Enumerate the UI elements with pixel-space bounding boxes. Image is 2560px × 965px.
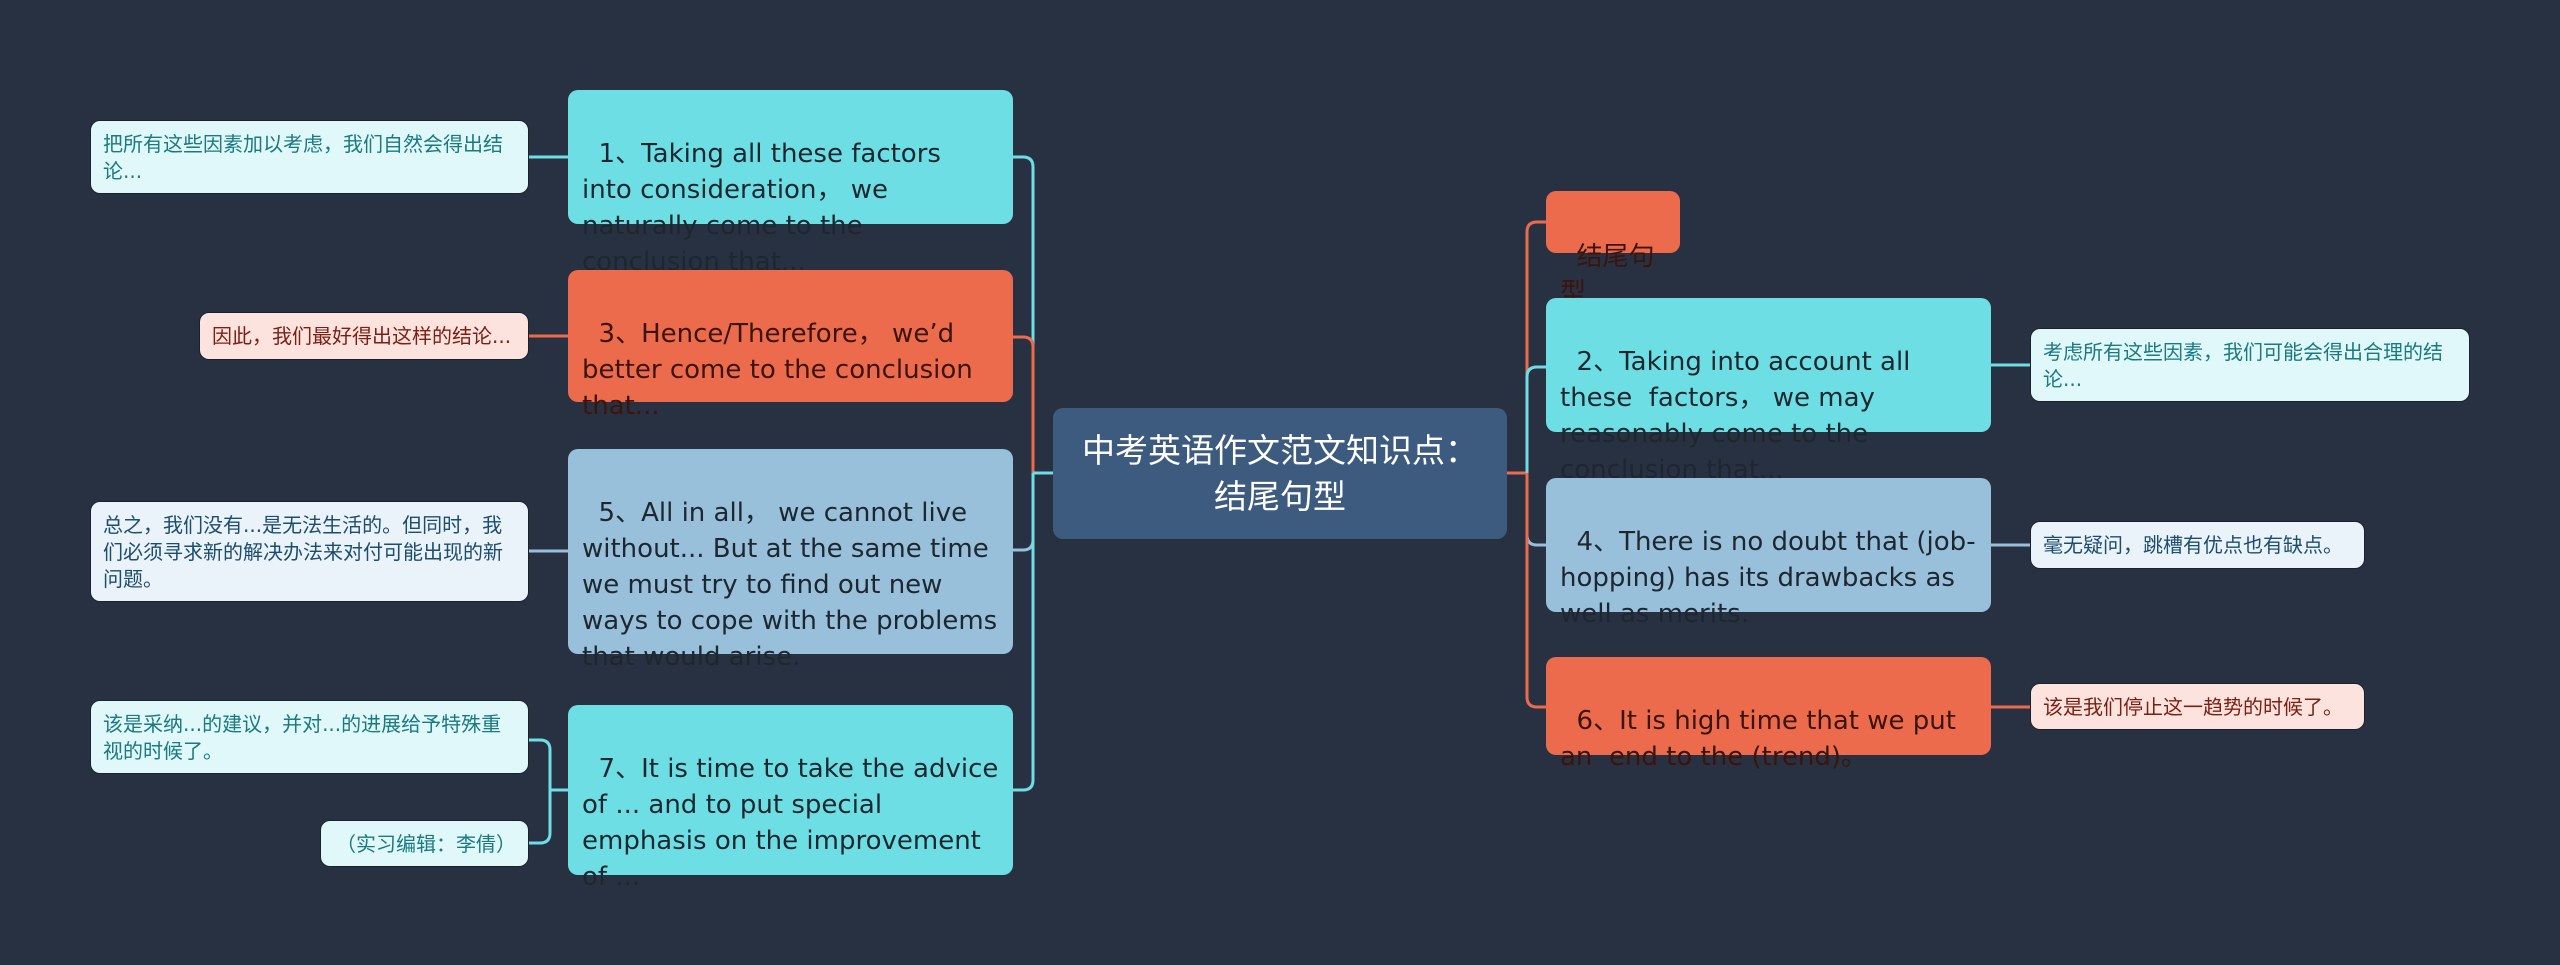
branch-node-6[interactable]: 6、It is high time that we put an end to …: [1546, 657, 1991, 772]
branch-node-7-label: 7、It is time to take the advice of ... a…: [582, 754, 1007, 892]
note-2-text: 考虑所有这些因素，我们可能会得出合理的结论...: [2043, 340, 2443, 391]
branch-node-5[interactable]: 5、All in all， we cannot live without... …: [568, 449, 1013, 672]
branch-node-1[interactable]: 1、Taking all these factors into consider…: [568, 90, 1013, 277]
note-1[interactable]: 把所有这些因素加以考虑，我们自然会得出结论...: [90, 120, 529, 194]
link-root-node5: [1013, 473, 1035, 552]
branch-node-4[interactable]: 4、There is no doubt that (job-hopping) h…: [1546, 478, 1991, 629]
editor-note-text: （实习编辑：李倩）: [336, 832, 516, 856]
note-6[interactable]: 该是我们停止这一趋势的时候了。: [2030, 683, 2365, 730]
link-node7-note-b: [529, 790, 552, 845]
note-1-text: 把所有这些因素加以考虑，我们自然会得出结论...: [103, 132, 503, 183]
note-3[interactable]: 因此，我们最好得出这样的结论...: [199, 312, 529, 360]
branch-node-7[interactable]: 7、It is time to take the advice of ... a…: [568, 705, 1013, 892]
topic-label-node[interactable]: 结尾句型: [1546, 191, 1680, 308]
link-root-topic: [1525, 220, 1546, 473]
branch-node-2[interactable]: 2、Taking into account all these factors，…: [1546, 298, 1991, 485]
note-4-text: 毫无疑问，跳槽有优点也有缺点。: [2043, 533, 2343, 557]
link-node7-note-a: [529, 738, 568, 792]
root-topic-label: 中考英语作文范文知识点：结尾句型: [1082, 430, 1478, 516]
branch-node-3[interactable]: 3、Hence/Therefore， we’d better come to t…: [568, 270, 1013, 421]
note-5-text: 总之，我们没有...是无法生活的。但同时，我们必须寻求新的解决办法来对付可能出现…: [103, 513, 503, 591]
link-root-node4: [1525, 473, 1546, 547]
note-6-text: 该是我们停止这一趋势的时候了。: [2043, 695, 2343, 719]
link-root-node3: [1013, 335, 1035, 473]
note-7-text: 该是采纳...的建议，并对...的进展给予特殊重视的时候了。: [103, 712, 502, 763]
note-4[interactable]: 毫无疑问，跳槽有优点也有缺点。: [2030, 521, 2365, 569]
note-2[interactable]: 考虑所有这些因素，我们可能会得出合理的结论...: [2030, 328, 2470, 402]
link-root-node6: [1525, 473, 1546, 709]
note-7[interactable]: 该是采纳...的建议，并对...的进展给予特殊重视的时候了。: [90, 700, 529, 774]
editor-note[interactable]: （实习编辑：李倩）: [320, 820, 529, 867]
note-3-text: 因此，我们最好得出这样的结论...: [212, 324, 512, 348]
root-topic[interactable]: 中考英语作文范文知识点：结尾句型: [1053, 408, 1507, 539]
branch-node-5-label: 5、All in all， we cannot live without... …: [582, 498, 1014, 672]
note-5[interactable]: 总之，我们没有...是无法生活的。但同时，我们必须寻求新的解决办法来对付可能出现…: [90, 501, 529, 602]
link-root-node2: [1525, 365, 1546, 473]
link-root-node7: [1013, 473, 1035, 792]
